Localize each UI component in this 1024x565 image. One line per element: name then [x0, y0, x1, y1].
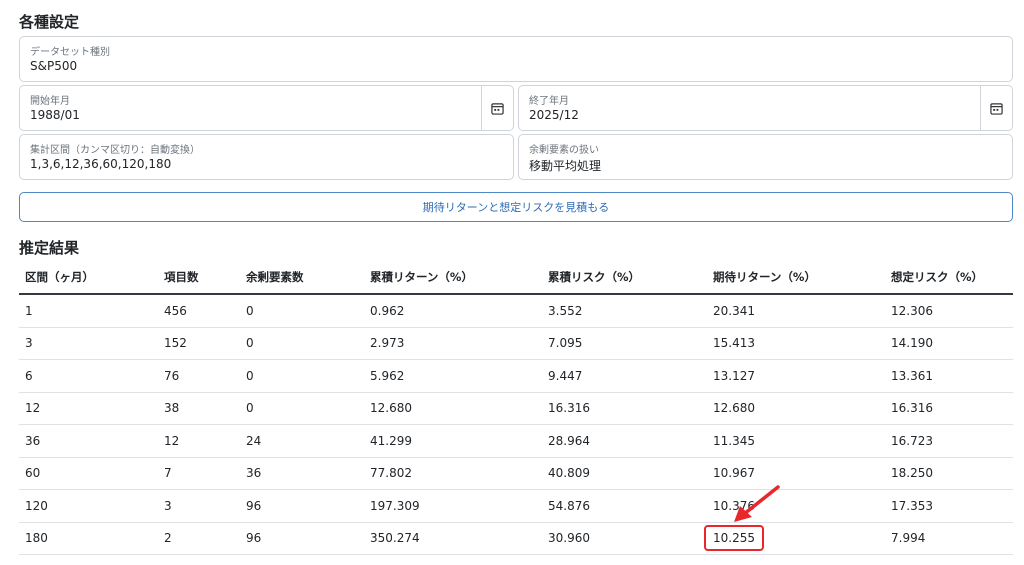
table-cell: 41.299 — [364, 424, 542, 458]
table-cell: 120 — [19, 489, 158, 523]
table-header-row: 区間（ヶ月） 項目数 余剰要素数 累積リターン（%） 累積リスク（%） 期待リタ… — [19, 260, 1013, 295]
column-header: 項目数 — [158, 260, 240, 295]
table-cell: 96 — [240, 522, 364, 555]
table-cell: 0 — [240, 327, 364, 360]
column-header: 累積リスク（%） — [542, 260, 707, 295]
table-cell: 10.376 — [707, 489, 885, 523]
table-cell: 16.316 — [542, 392, 707, 425]
table-row: 120 3 96 197.309 54.876 10.376 17.353 — [19, 489, 1013, 523]
remainder-value: 移動平均処理 — [529, 159, 602, 173]
table-cell: 15.413 — [707, 327, 885, 360]
table-cell: 3 — [19, 327, 158, 360]
table-cell: 1 — [19, 294, 158, 328]
dataset-label: データセット種別 — [30, 47, 110, 58]
table-cell: 24 — [240, 424, 364, 458]
column-header: 想定リスク（%） — [885, 260, 1013, 295]
table-cell: 36 — [19, 424, 158, 458]
table-cell: 60 — [19, 457, 158, 490]
table-row: 12 38 0 12.680 16.316 12.680 16.316 — [19, 392, 1013, 425]
table-cell: 28.964 — [542, 424, 707, 458]
estimate-button[interactable]: 期待リターンと想定リスクを見積もる — [19, 192, 1013, 222]
table-cell: 12.680 — [707, 392, 885, 425]
table-row: 3 152 0 2.973 7.095 15.413 14.190 — [19, 327, 1013, 360]
table-cell: 5.962 — [364, 359, 542, 393]
calendar-icon[interactable] — [980, 86, 1012, 130]
table-cell: 0 — [240, 392, 364, 425]
table-cell: 36 — [240, 457, 364, 490]
dataset-select[interactable]: データセット種別 S&P500 — [19, 36, 1013, 82]
start-month-label: 開始年月 — [30, 96, 70, 107]
table-cell: 12.306 — [885, 294, 1013, 328]
table-cell: 14.190 — [885, 327, 1013, 360]
table-cell: 13.361 — [885, 359, 1013, 393]
column-header: 累積リターン（%） — [364, 260, 542, 295]
table-cell: 180 — [19, 522, 158, 555]
calendar-icon[interactable] — [481, 86, 513, 130]
table-cell: 10.967 — [707, 457, 885, 490]
results-heading: 推定結果 — [19, 239, 80, 257]
table-cell: 40.809 — [542, 457, 707, 490]
table-cell: 13.127 — [707, 359, 885, 393]
table-cell: 18.250 — [885, 457, 1013, 490]
end-month-label: 終了年月 — [529, 96, 569, 107]
remainder-label: 余剰要素の扱い — [529, 145, 599, 156]
dataset-value: S&P500 — [30, 59, 78, 73]
table-cell: 54.876 — [542, 489, 707, 523]
column-header: 余剰要素数 — [240, 260, 364, 295]
table-cell: 456 — [158, 294, 240, 328]
table-row: 6 76 0 5.962 9.447 13.127 13.361 — [19, 359, 1013, 393]
table-cell: 3 — [158, 489, 240, 523]
table-row: 1 456 0 0.962 3.552 20.341 12.306 — [19, 294, 1013, 328]
remainder-select[interactable]: 余剰要素の扱い 移動平均処理 — [518, 134, 1013, 180]
column-header: 区間（ヶ月） — [19, 260, 158, 295]
table-row: 60 7 36 77.802 40.809 10.967 18.250 — [19, 457, 1013, 490]
table-cell: 0 — [240, 359, 364, 393]
table-cell: 30.960 — [542, 522, 707, 555]
table-cell: 7 — [158, 457, 240, 490]
table-cell: 20.341 — [707, 294, 885, 328]
end-month-value: 2025/12 — [529, 108, 579, 122]
settings-heading: 各種設定 — [19, 13, 80, 31]
intervals-value: 1,3,6,12,36,60,120,180 — [30, 157, 172, 171]
table-cell: 0.962 — [364, 294, 542, 328]
table-cell: 38 — [158, 392, 240, 425]
table-cell: 12 — [158, 424, 240, 458]
table-cell: 9.447 — [542, 359, 707, 393]
table-cell: 11.345 — [707, 424, 885, 458]
table-cell: 76 — [158, 359, 240, 393]
table-cell: 152 — [158, 327, 240, 360]
table-row: 36 12 24 41.299 28.964 11.345 16.723 — [19, 424, 1013, 458]
table-cell: 12 — [19, 392, 158, 425]
start-month-value: 1988/01 — [30, 108, 80, 122]
table-cell: 96 — [240, 489, 364, 523]
table-cell: 16.723 — [885, 424, 1013, 458]
highlighted-value: 10.255 — [704, 525, 764, 552]
table-cell: 12.680 — [364, 392, 542, 425]
intervals-input[interactable]: 集計区間（カンマ区切り：自動変換） 1,3,6,12,36,60,120,180 — [19, 134, 514, 180]
start-month-field[interactable]: 開始年月 1988/01 — [19, 85, 514, 131]
results-table: 区間（ヶ月） 項目数 余剰要素数 累積リターン（%） 累積リスク（%） 期待リタ… — [19, 260, 1013, 555]
table-cell: 6 — [19, 359, 158, 393]
table-cell: 16.316 — [885, 392, 1013, 425]
table-row: 180 2 96 350.274 30.960 10.255 7.994 — [19, 522, 1013, 555]
table-cell: 7.095 — [542, 327, 707, 360]
table-cell: 77.802 — [364, 457, 542, 490]
table-cell: 17.353 — [885, 489, 1013, 523]
intervals-label: 集計区間（カンマ区切り：自動変換） — [30, 145, 200, 156]
table-cell: 10.255 — [704, 522, 885, 555]
column-header: 期待リターン（%） — [707, 260, 885, 295]
end-month-field[interactable]: 終了年月 2025/12 — [518, 85, 1013, 131]
table-cell: 0 — [240, 294, 364, 328]
table-cell: 197.309 — [364, 489, 542, 523]
table-cell: 350.274 — [364, 522, 542, 555]
table-cell: 2.973 — [364, 327, 542, 360]
table-cell: 3.552 — [542, 294, 707, 328]
table-cell: 7.994 — [885, 522, 1013, 555]
table-cell: 2 — [158, 522, 240, 555]
